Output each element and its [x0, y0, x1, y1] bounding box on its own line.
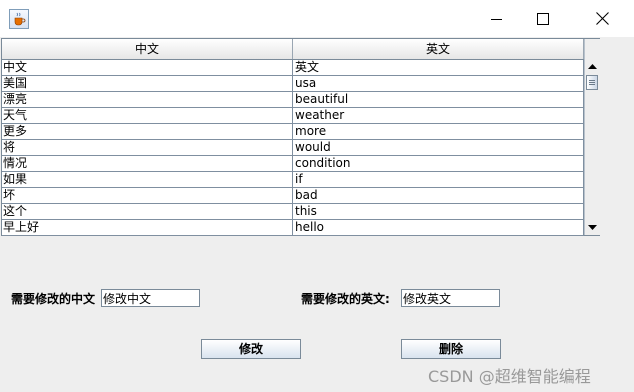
cell-chinese[interactable]: 更多: [2, 124, 293, 140]
table-row[interactable]: 这个 this: [2, 204, 584, 220]
scroll-up-button[interactable]: [585, 58, 600, 74]
scroll-down-button[interactable]: [585, 219, 600, 235]
delete-button[interactable]: 删除: [401, 339, 501, 359]
cell-chinese[interactable]: 中文: [2, 60, 293, 76]
english-edit-input[interactable]: [401, 289, 500, 307]
close-button[interactable]: [579, 0, 625, 37]
maximize-button[interactable]: [520, 0, 566, 37]
cell-english[interactable]: beautiful: [293, 92, 584, 108]
table-row[interactable]: 中文 英文: [2, 60, 584, 76]
cell-chinese[interactable]: 坏: [2, 188, 293, 204]
chinese-edit-label: 需要修改的中文: [11, 292, 96, 306]
minimize-button[interactable]: [474, 0, 520, 37]
title-bar: [0, 0, 634, 37]
cell-chinese[interactable]: 早上好: [2, 220, 293, 236]
cell-english[interactable]: 英文: [293, 60, 584, 76]
table-header: 中文 英文: [2, 39, 584, 60]
arrow-up-icon: [588, 63, 597, 69]
cell-chinese[interactable]: 这个: [2, 204, 293, 220]
close-icon: [595, 12, 609, 25]
cell-english[interactable]: more: [293, 124, 584, 140]
cell-english[interactable]: condition: [293, 156, 584, 172]
cell-english[interactable]: bad: [293, 188, 584, 204]
java-cup-icon[interactable]: [9, 9, 29, 29]
chinese-edit-input[interactable]: [101, 289, 200, 307]
minimize-icon: [491, 18, 502, 20]
cell-english[interactable]: usa: [293, 76, 584, 92]
cell-chinese[interactable]: 情况: [2, 156, 293, 172]
cell-chinese[interactable]: 天气: [2, 108, 293, 124]
cell-english[interactable]: hello: [293, 220, 584, 236]
table-row[interactable]: 更多 more: [2, 124, 584, 140]
cell-chinese[interactable]: 将: [2, 140, 293, 156]
table-row[interactable]: 美国 usa: [2, 76, 584, 92]
table-row[interactable]: 天气 weather: [2, 108, 584, 124]
column-header-chinese[interactable]: 中文: [2, 39, 293, 59]
vertical-scrollbar[interactable]: [584, 39, 600, 235]
table-row[interactable]: 将 would: [2, 140, 584, 156]
table-row[interactable]: 早上好 hello: [2, 220, 584, 236]
arrow-down-icon: [588, 224, 597, 230]
word-table[interactable]: 中文 英文 中文 英文 美国 usa 漂亮 beautiful 天气 weather 更多 mor…: [1, 38, 600, 236]
cell-english[interactable]: weather: [293, 108, 584, 124]
table-row[interactable]: 漂亮 beautiful: [2, 92, 584, 108]
cell-chinese[interactable]: 漂亮: [2, 92, 293, 108]
cell-english[interactable]: if: [293, 172, 584, 188]
watermark: CSDN @超维智能编程: [428, 367, 591, 386]
table-row[interactable]: 情况 condition: [2, 156, 584, 172]
column-header-english[interactable]: 英文: [293, 39, 584, 59]
cell-english[interactable]: this: [293, 204, 584, 220]
table-row[interactable]: 坏 bad: [2, 188, 584, 204]
english-edit-label: 需要修改的英文:: [301, 292, 390, 306]
cell-chinese[interactable]: 美国: [2, 76, 293, 92]
edit-button[interactable]: 修改: [201, 339, 301, 359]
cell-english[interactable]: would: [293, 140, 584, 156]
scrollbar-thumb[interactable]: [586, 75, 598, 90]
maximize-icon: [537, 12, 549, 25]
table-row[interactable]: 如果 if: [2, 172, 584, 188]
table-body: 中文 英文 美国 usa 漂亮 beautiful 天气 weather 更多 more 将 woul…: [2, 60, 584, 236]
cell-chinese[interactable]: 如果: [2, 172, 293, 188]
